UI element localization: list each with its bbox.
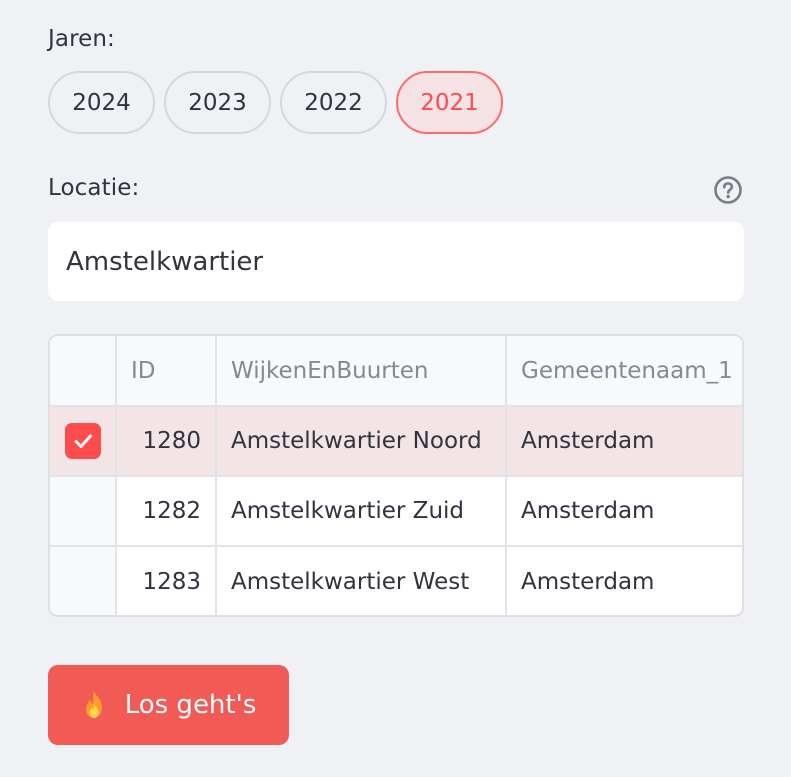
table-header-row: ID WijkenEnBuurten Gemeentenaam_1 [50,336,742,407]
location-table: ID WijkenEnBuurten Gemeentenaam_1 1280 A… [48,334,744,617]
year-pills: 2024 2023 2022 2021 [48,71,503,134]
submit-button-label: Los geht's [124,690,257,720]
years-label: Jaren: [48,26,115,52]
row-select-cell[interactable] [50,476,117,547]
fire-icon [85,691,102,718]
location-label: Locatie: [48,175,140,201]
row-checkbox-checked[interactable] [64,423,101,459]
year-pill-2023[interactable]: 2023 [164,71,271,134]
cell-id: 1283 [116,546,217,615]
submit-button[interactable]: Los geht's [48,665,289,745]
location-input[interactable] [48,222,744,301]
column-header-gemeentenaam[interactable]: Gemeentenaam_1 [506,336,742,407]
checkmark-icon [74,434,92,448]
column-header-id[interactable]: ID [116,336,217,407]
cell-gemeente: Amsterdam [506,406,742,477]
row-select-cell[interactable] [50,546,117,615]
year-pill-2022[interactable]: 2022 [280,71,387,134]
cell-wijk: Amstelkwartier Noord [216,406,507,477]
table-row[interactable]: 1283 Amstelkwartier West Amsterdam [50,546,742,615]
select-column-header [50,336,117,407]
cell-id: 1280 [116,406,217,477]
table-row[interactable]: 1282 Amstelkwartier Zuid Amsterdam [50,476,742,547]
cell-gemeente: Amsterdam [506,476,742,547]
year-pill-2021[interactable]: 2021 [396,71,503,134]
year-pill-2024[interactable]: 2024 [48,71,155,134]
row-select-cell[interactable] [50,406,117,477]
question-circle-icon[interactable] [712,174,744,206]
column-header-wijkenenbuurten[interactable]: WijkenEnBuurten [216,336,507,407]
cell-id: 1282 [116,476,217,547]
cell-gemeente: Amsterdam [521,568,655,595]
cell-wijk: Amstelkwartier West [216,546,507,615]
cell-wijk: Amstelkwartier Zuid [216,476,507,547]
table-row[interactable]: 1280 Amstelkwartier Noord Amsterdam [50,406,742,477]
